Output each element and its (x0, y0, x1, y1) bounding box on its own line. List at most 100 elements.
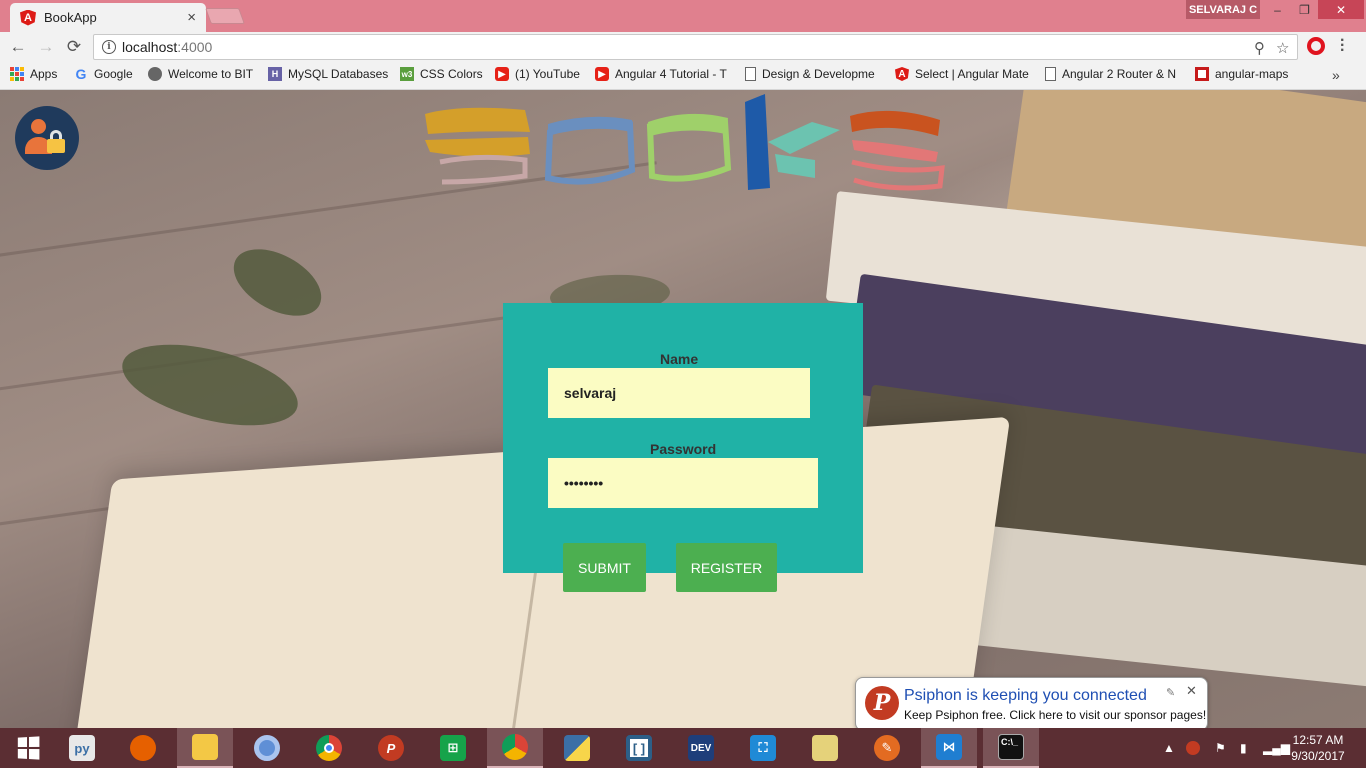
psiphon-icon: P (378, 735, 404, 761)
bookmarks-overflow-icon[interactable]: » (1332, 67, 1340, 83)
notification-close-icon[interactable]: ✕ (1186, 683, 1197, 699)
taskbar-cmd[interactable]: C:\_ (983, 728, 1039, 768)
bookmark-label: Google (94, 67, 133, 81)
tab-title: BookApp (44, 10, 97, 25)
forward-button[interactable]: → (36, 37, 56, 57)
bookmark-google[interactable]: G Google (74, 67, 133, 81)
w3schools-icon: w3 (400, 67, 414, 81)
screen-capture-icon: ⛶ (750, 735, 776, 761)
taskbar-brackets[interactable]: [ ] (611, 728, 667, 768)
reload-button[interactable]: ⟳ (64, 37, 84, 57)
taskbar-chrome[interactable] (301, 728, 357, 768)
taskbar-python[interactable] (549, 728, 605, 768)
windows-start-icon (17, 736, 40, 760)
taskbar-folder[interactable] (797, 728, 853, 768)
bit-icon (148, 67, 162, 81)
taskbar-wrench[interactable]: ✎ (859, 728, 915, 768)
clock-time: 12:57 AM (1292, 733, 1344, 747)
bookmark-angular-tutorial[interactable]: ▶ Angular 4 Tutorial - T (595, 67, 730, 81)
taskbar-screen-capture[interactable]: ⛶ (735, 728, 791, 768)
bookmark-bit[interactable]: Welcome to BIT (148, 67, 253, 81)
system-clock[interactable]: 12:57 AM 9/30/2017 (1284, 732, 1352, 764)
paint-brush-icon[interactable]: ⚲ (1254, 39, 1265, 57)
bookmark-star-icon[interactable]: ☆ (1276, 39, 1289, 57)
taskbar-store[interactable]: ⊞ (425, 728, 481, 768)
taskbar-vscode[interactable]: ⋈ (921, 728, 977, 768)
angular-icon: A (895, 67, 909, 81)
start-button[interactable] (0, 728, 56, 768)
taskbar-devcpp[interactable]: DEV (673, 728, 729, 768)
opera-extension-icon[interactable] (1307, 37, 1325, 55)
taskbar-chrome-user[interactable] (487, 728, 543, 768)
logo-letter-k (745, 94, 840, 190)
pin-icon[interactable]: ✎ (1166, 686, 1175, 699)
bookmark-mysql[interactable]: H MySQL Databases (268, 67, 388, 81)
devcpp-icon: DEV (688, 735, 714, 761)
python-icon (564, 735, 590, 761)
file-icon (745, 67, 756, 81)
taskbar-firefox[interactable] (115, 728, 171, 768)
chromium-icon (254, 735, 280, 761)
close-window-button[interactable]: ✕ (1318, 0, 1364, 19)
bookmark-css-colors[interactable]: w3 CSS Colors (400, 67, 483, 81)
notification-body[interactable]: Keep Psiphon free. Click here to visit o… (904, 708, 1206, 722)
password-input[interactable] (548, 458, 818, 508)
bookmarks-bar: Apps G Google Welcome to BIT H MySQL Dat… (0, 62, 1366, 90)
brackets-icon: [ ] (626, 735, 652, 761)
bookmark-label: MySQL Databases (288, 67, 389, 81)
login-form: Name Password SUBMIT REGISTER (503, 303, 863, 592)
show-hidden-icons-button[interactable]: ▲ (1163, 728, 1175, 768)
person-head (31, 119, 46, 134)
bookmark-label: angular-maps (1215, 67, 1289, 81)
bookmark-label: Angular 2 Router & N (1062, 67, 1177, 81)
bookmark-label: Welcome to BIT (168, 67, 254, 81)
bookmark-design[interactable]: Design & Developme (745, 67, 880, 81)
taskbar-file-explorer[interactable] (177, 728, 233, 768)
bookmark-label: Angular 4 Tutorial - T (615, 67, 727, 81)
taskbar-psiphon[interactable]: P (363, 728, 419, 768)
profile-badge[interactable]: SELVARAJ C (1186, 0, 1260, 19)
logo-letter-o2 (646, 113, 732, 182)
taskbar-chromium[interactable] (239, 728, 295, 768)
apps-grid-icon (10, 67, 24, 81)
tray-psiphon-icon[interactable] (1186, 728, 1200, 768)
minimize-button[interactable]: – (1264, 0, 1291, 19)
store-icon: ⊞ (440, 735, 466, 761)
bookmark-angular-material[interactable]: A Select | Angular Mate (895, 67, 1030, 81)
maximize-button[interactable]: ❐ (1291, 0, 1318, 19)
url-port: :4000 (177, 39, 213, 55)
new-tab-button[interactable] (205, 8, 245, 24)
wrench-icon: ✎ (874, 735, 900, 761)
bookmark-label: CSS Colors (420, 67, 483, 81)
site-info-icon[interactable]: i (102, 40, 116, 54)
file-icon (1045, 67, 1056, 81)
user-lock-avatar-icon[interactable] (15, 106, 79, 170)
folder-icon (812, 735, 838, 761)
tab-close-icon[interactable]: × (187, 9, 196, 26)
bookmark-youtube[interactable]: ▶ (1) YouTube (495, 67, 580, 81)
chrome-menu-icon[interactable]: · · · (1340, 33, 1345, 59)
lock-body (47, 139, 65, 153)
youtube-icon: ▶ (595, 67, 609, 81)
bookmark-label: Apps (30, 67, 58, 81)
vscode-icon: ⋈ (936, 734, 962, 760)
bookmark-angular-maps[interactable]: angular-maps (1195, 67, 1288, 81)
url-host: localhost (122, 39, 178, 55)
action-center-flag-icon[interactable]: ⚑ (1215, 728, 1226, 768)
back-button[interactable]: ← (8, 37, 28, 57)
taskbar-python-file[interactable]: py (54, 728, 110, 768)
logo-letter-b (425, 107, 530, 185)
bookmark-apps[interactable]: Apps (10, 67, 57, 81)
name-input[interactable] (548, 368, 810, 418)
firefox-icon (130, 735, 156, 761)
chrome-icon (316, 735, 342, 761)
submit-button[interactable]: SUBMIT (563, 543, 646, 592)
psiphon-notification[interactable]: P Psiphon is keeping you connected Keep … (855, 677, 1208, 739)
angular-maps-icon (1195, 67, 1209, 81)
bookmark-angular-router[interactable]: Angular 2 Router & N (1045, 67, 1180, 81)
address-bar[interactable]: i localhost:4000 ⚲ ☆ (93, 34, 1298, 60)
battery-icon[interactable]: ▮ (1240, 728, 1247, 768)
browser-toolbar: ← → ⟳ i localhost:4000 ⚲ ☆ (0, 32, 1366, 62)
browser-tab[interactable]: A BookApp × (10, 3, 206, 32)
register-button[interactable]: REGISTER (676, 543, 777, 592)
